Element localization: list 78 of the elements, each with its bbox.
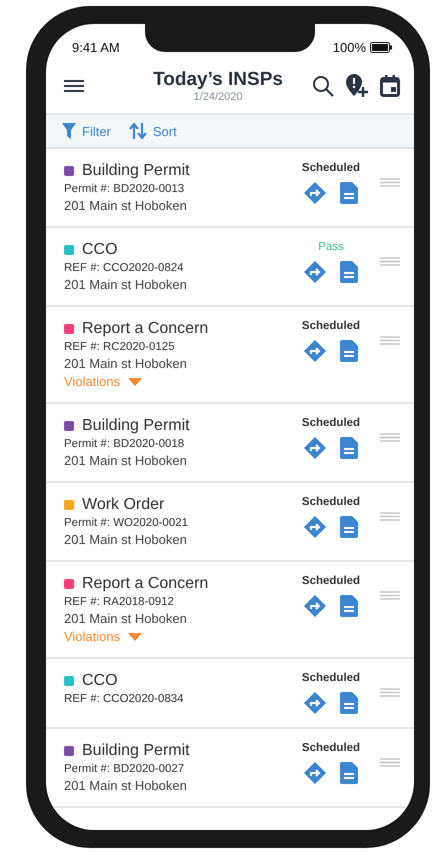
status-label: Scheduled <box>302 742 360 754</box>
add-location-button[interactable] <box>346 74 368 98</box>
sort-arrows-icon <box>128 123 147 139</box>
drag-handle-icon[interactable] <box>380 257 400 266</box>
document-button[interactable] <box>340 692 358 714</box>
address-text: 201 Main st Hoboken <box>64 611 188 626</box>
reference-number: Permit #: WO2020-0021 <box>64 517 190 529</box>
inspection-type: CCO <box>82 672 118 690</box>
inspection-type: Work Order <box>82 496 164 514</box>
document-button[interactable] <box>340 762 358 784</box>
inspection-row[interactable]: Building Permit Permit #: BD2020-0013 201 Main st Hoboken Scheduled <box>46 149 414 228</box>
inspection-row[interactable]: Report a Concern REF #: RA2018-0912 201 Main st Hoboken Violations Scheduled <box>46 562 414 659</box>
reference-number: REF #: CCO2020-0824 <box>64 262 185 274</box>
status-label: Scheduled <box>302 162 360 174</box>
inspection-row[interactable]: Report a Concern REF #: RC2020-0125 201 Main st Hoboken Violations Scheduled <box>46 307 414 404</box>
address-text: 201 Main st Hoboken <box>64 778 188 793</box>
status-time: 9:41 AM <box>72 40 120 55</box>
reference-number: REF #: RA2018-0912 <box>64 596 175 608</box>
inspection-type: Report a Concern <box>82 320 208 338</box>
reference-number: REF #: CCO2020-0834 <box>64 693 185 705</box>
address-text: 201 Main st Hoboken <box>64 198 188 213</box>
document-button[interactable] <box>340 516 358 538</box>
page-title: Today’s INSPs <box>153 69 283 91</box>
directions-button[interactable] <box>304 182 326 204</box>
status-label: Pass <box>318 241 344 253</box>
directions-button[interactable] <box>304 595 326 617</box>
drag-handle-icon[interactable] <box>380 178 400 187</box>
caret-icon <box>128 632 142 640</box>
directions-button[interactable] <box>304 261 326 283</box>
drag-handle-icon[interactable] <box>380 512 400 521</box>
directions-button[interactable] <box>304 516 326 538</box>
drag-handle-icon[interactable] <box>380 591 400 600</box>
directions-button[interactable] <box>304 692 326 714</box>
address-text: 201 Main st Hoboken <box>64 356 188 371</box>
page-date: 1/24/2020 <box>194 91 242 103</box>
reference-number: Permit #: BD2020-0013 <box>64 183 186 195</box>
filter-button[interactable]: Filter <box>62 123 111 139</box>
status-label: Scheduled <box>302 320 360 332</box>
inspection-row[interactable]: CCO REF #: CCO2020-0834 Scheduled <box>46 659 414 729</box>
drag-handle-icon[interactable] <box>380 336 400 345</box>
address-text: 201 Main st Hoboken <box>64 453 188 468</box>
reference-number: Permit #: BD2020-0027 <box>64 763 186 775</box>
inspection-type: Building Permit <box>82 162 190 180</box>
drag-handle-icon[interactable] <box>380 758 400 767</box>
address-text: 201 Main st Hoboken <box>64 277 188 292</box>
reference-number: REF #: RC2020-0125 <box>64 341 176 353</box>
inspection-type: Report a Concern <box>82 575 208 593</box>
battery-percent: 100% <box>332 40 366 55</box>
directions-button[interactable] <box>304 762 326 784</box>
sort-button[interactable]: Sort <box>128 123 177 139</box>
drag-handle-icon[interactable] <box>380 433 400 442</box>
document-button[interactable] <box>340 595 358 617</box>
filter-icon <box>62 123 76 139</box>
caret-icon <box>128 378 142 386</box>
document-button[interactable] <box>340 437 358 459</box>
status-label: Scheduled <box>302 575 360 587</box>
address-text: 201 Main st Hoboken <box>64 532 188 547</box>
document-button[interactable] <box>340 182 358 204</box>
status-label: Scheduled <box>302 672 360 684</box>
reference-number: Permit #: BD2020-0018 <box>64 438 186 450</box>
inspection-type: Building Permit <box>82 417 190 435</box>
inspection-row[interactable]: Building Permit Permit #: BD2020-0018 201 Main st Hoboken Scheduled <box>46 404 414 483</box>
search-button[interactable] <box>312 75 334 97</box>
calendar-button[interactable] <box>380 75 400 97</box>
inspection-row[interactable]: Work Order Permit #: WO2020-0021 201 Main st Hoboken Scheduled <box>46 483 414 562</box>
inspection-type: Building Permit <box>82 742 190 760</box>
document-button[interactable] <box>340 340 358 362</box>
status-label: Scheduled <box>302 417 360 429</box>
directions-button[interactable] <box>304 437 326 459</box>
document-button[interactable] <box>340 261 358 283</box>
inspection-row[interactable]: CCO REF #: CCO2020-0824 201 Main st Hoboken Pass <box>46 228 414 307</box>
battery-icon <box>370 42 392 53</box>
inspection-row[interactable]: Building Permit Permit #: BD2020-0027 201 Main st Hoboken Scheduled <box>46 729 414 808</box>
directions-button[interactable] <box>304 340 326 362</box>
menu-button[interactable] <box>64 79 84 93</box>
inspection-type: CCO <box>82 241 118 259</box>
drag-handle-icon[interactable] <box>380 688 400 697</box>
status-label: Scheduled <box>302 496 360 508</box>
